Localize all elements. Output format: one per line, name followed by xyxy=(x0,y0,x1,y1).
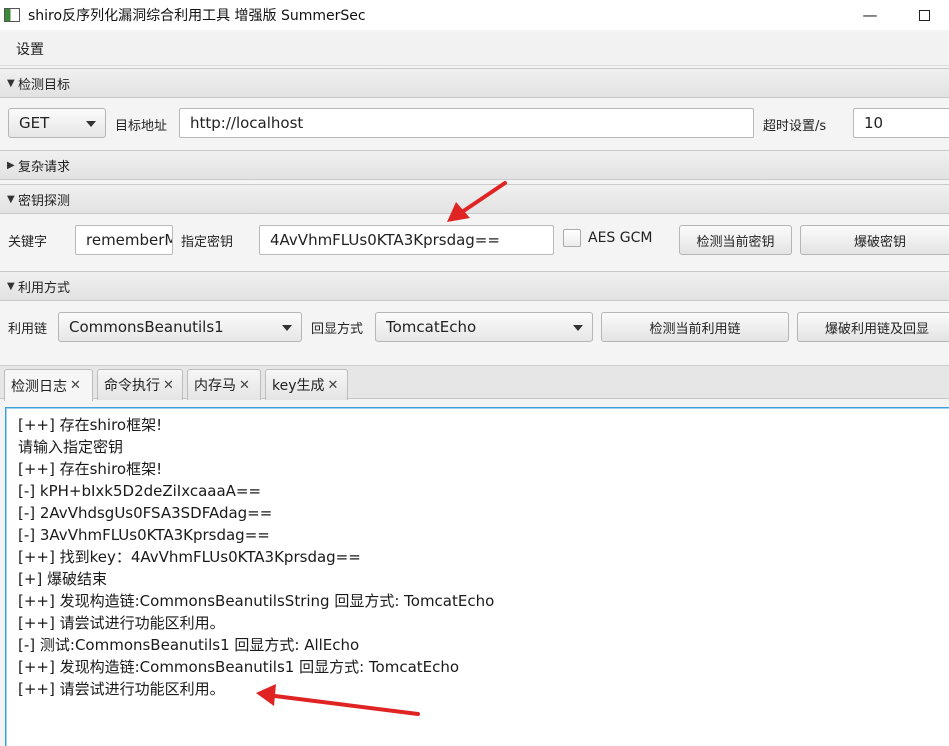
tab-detect-log[interactable]: 检测日志 ✕ xyxy=(4,369,93,401)
section-exploit-header[interactable]: ▼ 利用方式 xyxy=(0,271,949,301)
url-input[interactable]: http://localhost xyxy=(179,108,754,138)
tab-key-gen[interactable]: key生成 ✕ xyxy=(265,369,348,400)
maximize-icon xyxy=(919,9,930,21)
log-line: [++] 发现构造链:CommonsBeanutilsString 回显方式: … xyxy=(18,592,495,610)
expanded-arrow-icon: ▼ xyxy=(7,280,15,292)
specified-key-input[interactable]: 4AvVhmFLUs0KTA3Kprsdag== xyxy=(259,225,554,255)
check-current-key-button[interactable]: 检测当前密钥 xyxy=(679,225,792,255)
section-exploit-title: 利用方式 xyxy=(18,280,71,296)
tab-memshell[interactable]: 内存马 ✕ xyxy=(187,369,261,400)
close-icon[interactable]: ✕ xyxy=(239,378,250,393)
title-bar: shiro反序列化漏洞综合利用工具 增强版 SummerSec — xyxy=(0,0,949,30)
chain-label: 利用链 xyxy=(8,322,48,337)
section-target-header[interactable]: ▼ 检测目标 xyxy=(0,68,949,98)
section-complex-header[interactable]: ▶ 复杂请求 xyxy=(0,150,949,180)
tab-label: 检测日志 xyxy=(11,378,67,395)
target-panel: GET 目标地址 http://localhost 超时设置/s 10 xyxy=(0,99,949,150)
keyword-label: 关键字 xyxy=(8,235,48,250)
collapsed-arrow-icon: ▶ xyxy=(7,159,15,171)
tab-label: key生成 xyxy=(272,378,325,394)
log-line: [-] 3AvVhmFLUs0KTA3Kprsdag== xyxy=(18,526,270,544)
aes-gcm-label: AES GCM xyxy=(588,230,653,246)
menu-bar: 设置 xyxy=(0,32,949,66)
section-complex-title: 复杂请求 xyxy=(18,159,71,175)
window-title: shiro反序列化漏洞综合利用工具 增强版 SummerSec xyxy=(28,8,366,24)
chain-select[interactable]: CommonsBeanutils1 xyxy=(58,312,302,342)
log-output[interactable]: [++] 存在shiro框架! 请输入指定密钥 [++] 存在shiro框架! … xyxy=(5,407,949,746)
log-line: 请输入指定密钥 xyxy=(18,438,124,456)
log-line: [++] 请尝试进行功能区利用。 xyxy=(18,614,225,632)
log-line: [-] 2AvVhdsgUs0FSA3SDFAdag== xyxy=(18,504,273,522)
keyword-input[interactable]: rememberMe xyxy=(75,225,173,255)
method-value: GET xyxy=(19,114,50,132)
brute-chain-label: 爆破利用链及回显 xyxy=(824,321,929,337)
app-icon xyxy=(4,8,20,22)
chain-value: CommonsBeanutils1 xyxy=(69,318,224,336)
aes-gcm-checkbox[interactable] xyxy=(563,229,581,247)
section-key-title: 密钥探测 xyxy=(18,193,71,209)
maximize-button[interactable] xyxy=(900,0,949,30)
close-icon[interactable]: ✕ xyxy=(163,378,174,393)
specified-key-value: 4AvVhmFLUs0KTA3Kprsdag== xyxy=(270,231,500,249)
tab-command-exec[interactable]: 命令执行 ✕ xyxy=(97,369,183,400)
log-line: [+] 爆破结束 xyxy=(18,570,108,588)
tab-label: 内存马 xyxy=(194,378,236,394)
brute-chain-button[interactable]: 爆破利用链及回显 xyxy=(797,312,949,342)
url-value: http://localhost xyxy=(190,114,304,132)
window-controls: — xyxy=(840,0,949,30)
check-current-key-label: 检测当前密钥 xyxy=(696,234,775,250)
log-line: [++] 找到key：4AvVhmFLUs0KTA3Kprsdag== xyxy=(18,548,361,566)
section-key-header[interactable]: ▼ 密钥探测 xyxy=(0,184,949,214)
timeout-label: 超时设置/s xyxy=(763,119,827,134)
specified-key-label: 指定密钥 xyxy=(181,235,234,250)
log-line: [++] 存在shiro框架! xyxy=(18,460,163,478)
echo-value: TomcatEcho xyxy=(386,318,477,336)
expanded-arrow-icon: ▼ xyxy=(7,193,15,205)
expanded-arrow-icon: ▼ xyxy=(7,77,15,89)
close-icon[interactable]: ✕ xyxy=(70,378,81,393)
echo-select[interactable]: TomcatEcho xyxy=(375,312,593,342)
brute-key-button[interactable]: 爆破密钥 xyxy=(800,225,949,255)
exploit-panel: 利用链 CommonsBeanutils1 回显方式 TomcatEcho 检测… xyxy=(0,302,949,364)
check-chain-label: 检测当前利用链 xyxy=(649,321,741,337)
log-line: [-] kPH+bIxk5D2deZiIxcaaaA== xyxy=(18,482,262,500)
tab-label: 命令执行 xyxy=(104,378,160,394)
key-panel: 关键字 rememberMe 指定密钥 4AvVhmFLUs0KTA3Kprsd… xyxy=(0,215,949,270)
section-target-title: 检测目标 xyxy=(18,77,71,93)
log-line: [++] 发现构造链:CommonsBeanutils1 回显方式: Tomca… xyxy=(18,658,460,676)
check-chain-button[interactable]: 检测当前利用链 xyxy=(601,312,789,342)
tab-bar: 检测日志 ✕ 命令执行 ✕ 内存马 ✕ key生成 ✕ xyxy=(0,365,949,401)
timeout-value: 10 xyxy=(864,114,884,132)
url-label: 目标地址 xyxy=(115,119,168,134)
method-select[interactable]: GET xyxy=(8,108,106,138)
log-line: [-] 测试:CommonsBeanutils1 回显方式: AllEcho xyxy=(18,636,360,654)
chevron-down-icon xyxy=(86,121,96,127)
timeout-input[interactable]: 10 xyxy=(853,108,949,138)
minimize-button[interactable]: — xyxy=(840,0,900,30)
echo-label: 回显方式 xyxy=(311,322,364,337)
chevron-down-icon xyxy=(282,325,292,331)
close-icon[interactable]: ✕ xyxy=(328,378,339,393)
keyword-value: rememberMe xyxy=(86,231,172,249)
log-line: [++] 请尝试进行功能区利用。 xyxy=(18,680,225,698)
minimize-icon: — xyxy=(862,6,878,24)
brute-key-label: 爆破密钥 xyxy=(853,234,906,250)
menu-settings[interactable]: 设置 xyxy=(16,39,44,59)
chevron-down-icon xyxy=(573,325,583,331)
log-line: [++] 存在shiro框架! xyxy=(18,416,163,434)
